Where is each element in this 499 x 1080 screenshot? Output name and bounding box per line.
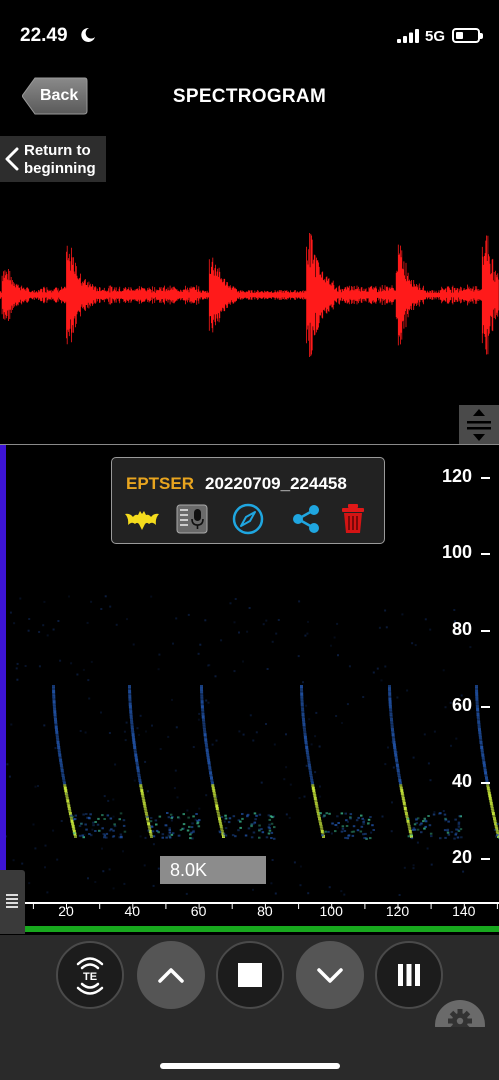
zoom-out-button[interactable] (296, 941, 364, 1009)
file-id: 20220709_224458 (205, 474, 347, 493)
return-to-beginning-button[interactable]: Return to beginning (0, 136, 106, 182)
time-label: 40 (125, 903, 141, 919)
chevron-up-icon (158, 968, 184, 983)
resize-icon (467, 409, 491, 441)
page-title: SPECTROGRAM (172, 86, 327, 107)
time-label: 120 (386, 903, 410, 919)
resize-handle[interactable] (459, 405, 499, 445)
side-drawer-handle[interactable] (0, 870, 25, 934)
network-type: 5G (425, 28, 446, 45)
freq-label: 80 (451, 619, 472, 639)
return-label: Return to beginning (24, 142, 96, 177)
home-area (0, 1027, 499, 1080)
time-label: 60 (191, 903, 207, 919)
sample-rate-label: 8.0K (160, 856, 266, 884)
battery-icon (452, 28, 483, 43)
moon-icon (81, 27, 95, 42)
recorder-icon[interactable] (174, 502, 210, 536)
compass-icon[interactable] (230, 502, 266, 536)
waveform[interactable] (0, 220, 499, 380)
status-time: 22.49 (20, 25, 68, 46)
freq-label: 40 (451, 771, 472, 791)
home-indicator[interactable] (160, 1063, 340, 1069)
columns-button[interactable] (375, 941, 443, 1009)
chevron-left-icon (5, 147, 19, 171)
recording-info-panel: EPTSER 20220709_224458 (111, 457, 385, 544)
te-listen-icon: TE (76, 957, 104, 995)
zoom-in-button[interactable] (137, 941, 205, 1009)
time-label: 100 (320, 903, 344, 919)
columns-icon (398, 964, 420, 986)
signal-icon (397, 29, 419, 43)
time-label: 80 (257, 903, 273, 919)
trash-icon[interactable] (335, 502, 371, 536)
freq-label: 120 (441, 466, 472, 486)
status-bar: 22.49 5G (0, 0, 499, 60)
freq-label: 60 (451, 695, 472, 715)
chevron-down-icon (317, 968, 343, 983)
stop-button[interactable] (216, 941, 284, 1009)
grip-icon (6, 894, 18, 908)
te-listen-button[interactable]: TE (56, 941, 124, 1009)
stop-icon (238, 963, 262, 987)
freq-label: 20 (451, 847, 472, 867)
time-label: 140 (452, 903, 476, 919)
bat-icon[interactable] (124, 502, 160, 536)
freq-label: 100 (441, 542, 472, 562)
species-code: EPTSER (126, 474, 195, 493)
svg-text:TE: TE (83, 971, 97, 983)
playback-marker[interactable] (0, 445, 6, 870)
time-label: 20 (58, 903, 74, 919)
share-icon[interactable] (288, 502, 324, 536)
time-axis[interactable]: 20 40 60 80 100 120 140 (25, 902, 499, 934)
